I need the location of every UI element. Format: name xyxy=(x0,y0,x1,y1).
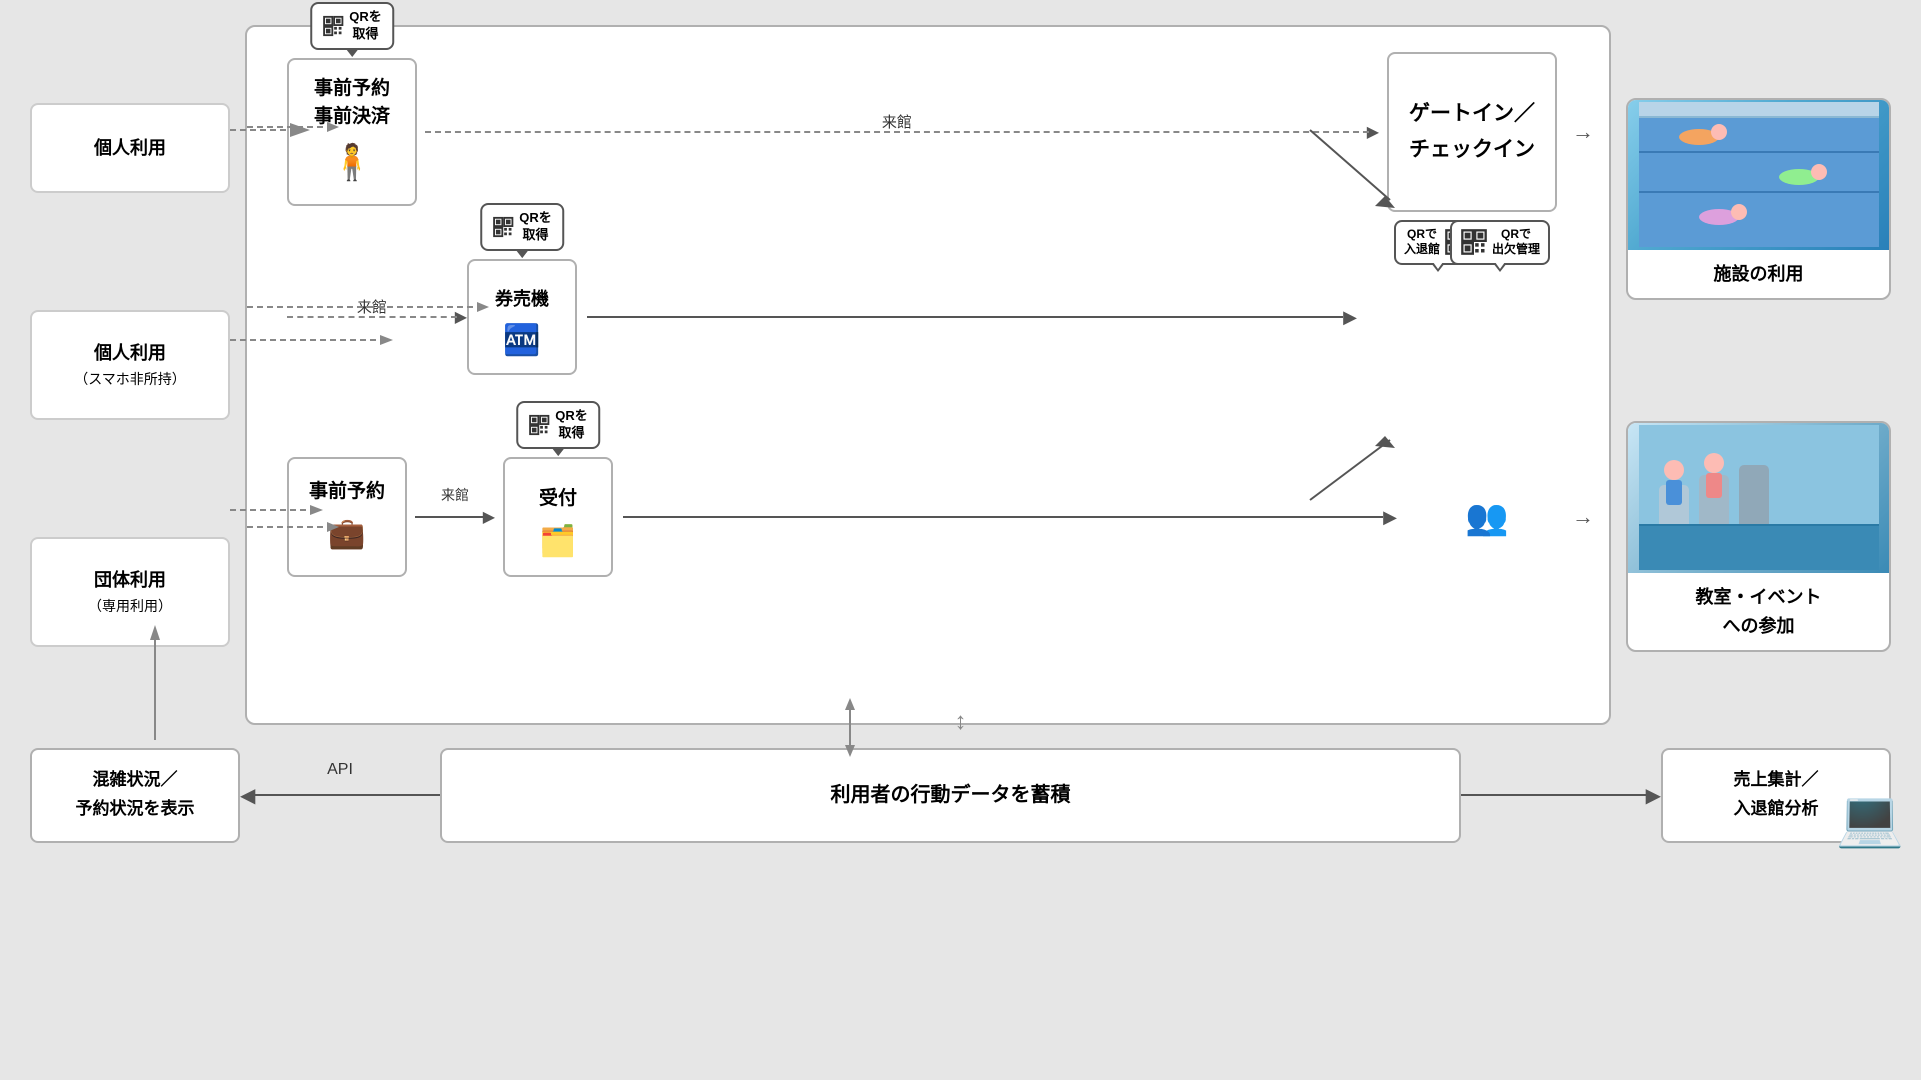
gatein-label: ゲートイン／チェックイン xyxy=(1409,96,1535,167)
flow-row2: 来館 ▶ xyxy=(247,257,1609,377)
advance-reservation-group-label: 事前予約 xyxy=(309,478,385,507)
user-types-column: 個人利用 個人利用 （スマホ非所持） 団体利用 （専用利用） xyxy=(30,25,230,725)
advance-reservation-box: QRを 取得 事前予約事前決済 🧍 xyxy=(287,58,417,207)
gatein-checkin-box: ゲートイン／チェックイン QRで入退館 xyxy=(1387,52,1557,212)
flow-row1: QRを 取得 事前予約事前決済 🧍 来館 ▶ xyxy=(247,57,1609,207)
page-container: 個人利用 個人利用 （スマホ非所持） 団体利用 （専用利用） xyxy=(0,0,1921,1080)
advance-reservation-group-box: 事前予約 💼 xyxy=(287,457,407,577)
behavior-data-label: 利用者の行動データを蓄積 xyxy=(831,778,1071,812)
user-type-individual-no-phone: 個人利用 （スマホ非所持） xyxy=(30,310,230,420)
swimming-pool-illustration xyxy=(1639,102,1879,247)
reception-desk-icon: 🗂️ xyxy=(539,519,576,564)
api-arrow: ◀ API xyxy=(240,783,440,808)
behavior-data-box: 利用者の行動データを蓄積 xyxy=(440,748,1461,843)
qr-icon xyxy=(322,15,344,37)
sales-analysis-label: 売上集計／ 入退館分析 xyxy=(1734,766,1819,824)
qr-attendance-icon xyxy=(1460,228,1488,256)
arrow-to-gatein-row2: ▶ xyxy=(577,307,1367,328)
sales-analysis-box: 売上集計／ 入退館分析 💻 xyxy=(1661,748,1891,843)
qr-icon-row3 xyxy=(528,414,550,436)
ticket-machine-icon: 🏧 xyxy=(503,318,540,363)
arrive-arrow-row2: 来館 ▶ xyxy=(287,307,467,327)
ticket-machine-label: 券売機 xyxy=(495,286,549,313)
facility-label: 施設の利用 xyxy=(1628,250,1889,299)
user-type-group: 団体利用 （専用利用） xyxy=(30,537,230,647)
qr-attendance-bubble: QRで出欠管理 xyxy=(1450,220,1550,265)
facility-image xyxy=(1628,100,1889,250)
user-type-group-label: 団体利用 （専用利用） xyxy=(88,566,172,617)
arrive-label-row2: 来館 xyxy=(357,296,387,317)
vertical-arrow-connector: ↕ xyxy=(955,710,967,734)
arrow-to-outcomes2: → xyxy=(1572,504,1594,530)
qr-bubble-row3: QRを 取得 xyxy=(516,401,600,449)
arrive-label-row1: 来館 xyxy=(882,111,912,132)
gym-class-illustration xyxy=(1639,425,1879,570)
bottom-section: 混雑状況／ 予約状況を表示 ◀ API 利用者の行動データを蓄積 ▶ xyxy=(30,730,1891,860)
right-arrow-bottom: ▶ xyxy=(1461,783,1661,808)
user-type-individual-label: 個人利用 xyxy=(94,134,166,163)
class-event-image xyxy=(1628,423,1889,573)
api-label: API xyxy=(327,761,353,779)
desk-person-icon: 💼 xyxy=(328,511,365,556)
person-icon-row1: 🧍 xyxy=(330,137,374,190)
class-event-label: 教室・イベント への参加 xyxy=(1628,573,1889,651)
advance-reservation-label: 事前予約事前決済 xyxy=(314,75,390,132)
arrow-arrive-row1: 来館 ▶ xyxy=(425,122,1379,142)
qr-bubble-row2: QRを 取得 xyxy=(480,203,564,251)
congestion-label: 混雑状況／ 予約状況を表示 xyxy=(76,766,195,824)
user-type-individual: 個人利用 xyxy=(30,103,230,193)
main-flow-area: QRを 取得 事前予約事前決済 🧍 来館 ▶ xyxy=(245,25,1611,725)
arrow-to-gatein-row3: ▶ xyxy=(613,507,1407,528)
congestion-display-box: 混雑状況／ 予約状況を表示 xyxy=(30,748,240,843)
class-event-card: 教室・イベント への参加 xyxy=(1626,421,1891,653)
gate-people-icon: 👥 xyxy=(1407,497,1567,538)
analyst-icon: 💻 xyxy=(1836,772,1904,866)
qr-bubble-row1: QRを 取得 xyxy=(310,2,394,50)
qr-icon-row2 xyxy=(492,216,514,238)
flow-row3: 事前予約 💼 ▶ 来館 xyxy=(247,417,1609,617)
ticket-machine-box: QRを 取得 券売機 🏧 xyxy=(467,259,577,375)
arrow-to-outcomes1: → xyxy=(1572,119,1594,145)
reception-box: QRを 取得 受付 🗂️ xyxy=(503,457,613,577)
reception-label: 受付 xyxy=(539,485,577,514)
facility-card: 施設の利用 xyxy=(1626,98,1891,301)
arrive-label-row3: 来館 xyxy=(441,485,469,505)
outcomes-column: 施設の利用 xyxy=(1626,25,1891,725)
arrive-arrow-row3: ▶ 来館 xyxy=(415,507,495,527)
user-type-individual-no-phone-label: 個人利用 （スマホ非所持） xyxy=(74,339,186,390)
top-section: 個人利用 個人利用 （スマホ非所持） 団体利用 （専用利用） xyxy=(30,25,1891,725)
